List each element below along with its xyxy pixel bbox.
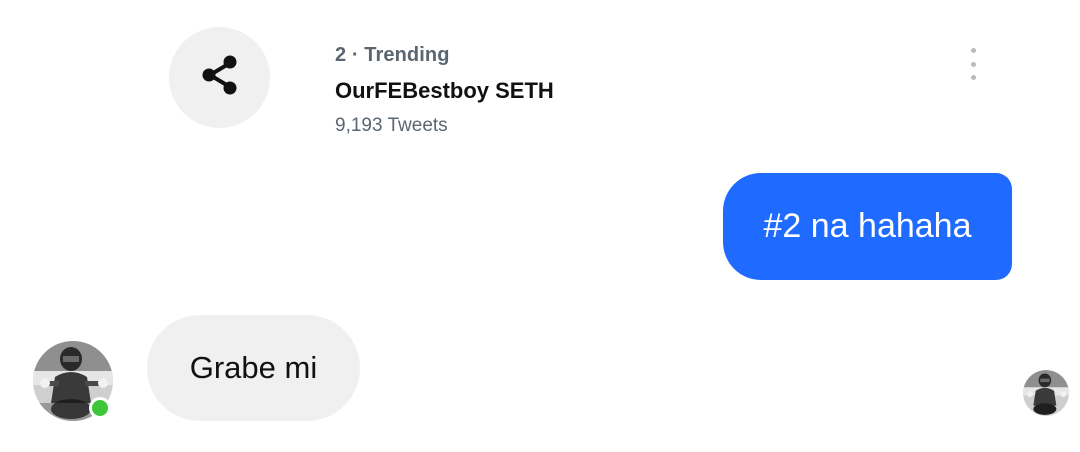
seen-avatar-photo bbox=[1023, 370, 1069, 416]
incoming-message-bubble[interactable]: Grabe mi bbox=[147, 315, 360, 421]
more-vertical-icon[interactable] bbox=[960, 48, 986, 80]
seen-avatar bbox=[1023, 370, 1069, 416]
outgoing-message-text: #2 na hahaha bbox=[763, 207, 972, 245]
trend-tweet-count: 9,193 Tweets bbox=[335, 115, 448, 136]
menu-dot bbox=[970, 75, 976, 80]
menu-dot bbox=[970, 61, 976, 67]
online-status-indicator bbox=[89, 397, 111, 419]
outgoing-message-bubble[interactable]: #2 na hahaha bbox=[723, 173, 1012, 280]
menu-dot bbox=[970, 48, 976, 53]
share-icon bbox=[197, 52, 243, 103]
incoming-message-text: Grabe mi bbox=[189, 350, 318, 385]
contact-avatar[interactable] bbox=[33, 341, 113, 421]
trend-title: OurFEBestboy SETH bbox=[335, 78, 554, 103]
shared-trend-card[interactable]: 2 · Trending OurFEBestboy SETH 9,193 Twe… bbox=[335, 42, 995, 152]
trend-rank: 2 · Trending bbox=[335, 44, 450, 66]
share-button[interactable] bbox=[169, 27, 270, 128]
